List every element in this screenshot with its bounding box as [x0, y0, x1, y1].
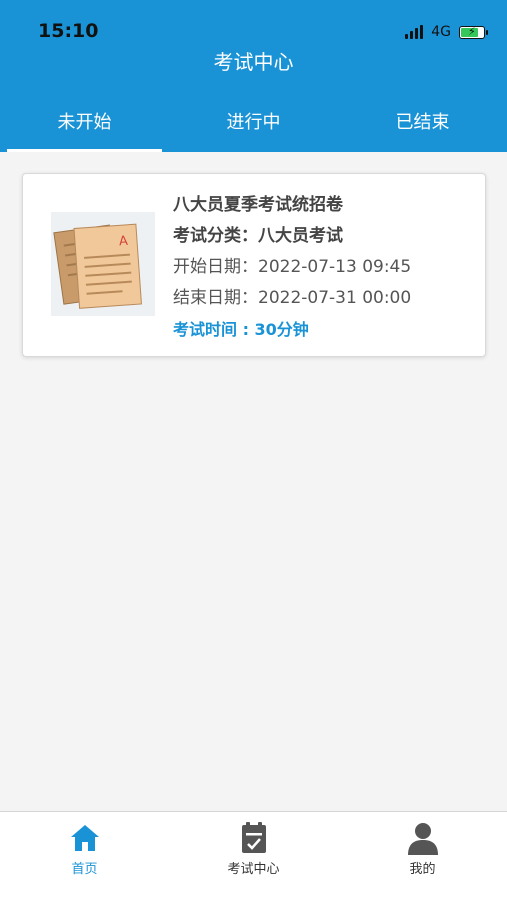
- system-icons: 4G ⚡: [405, 24, 488, 40]
- bottom-nav: 首页 考试中心 我的: [0, 811, 507, 901]
- exam-start-date: 开始日期：2022-07-13 09:45: [173, 257, 412, 277]
- nav-exam-center[interactable]: 考试中心: [169, 812, 338, 901]
- svg-text:A: A: [119, 234, 129, 250]
- status-time: 15:10: [38, 20, 99, 42]
- nav-home-label: 首页: [71, 862, 98, 877]
- nav-exam-center-label: 考试中心: [227, 862, 280, 877]
- battery-icon: ⚡: [459, 25, 488, 39]
- tab-finished[interactable]: 已结束: [338, 100, 507, 152]
- app-header: 15:10 4G ⚡ 考试中心 未开始 进行中 已结束: [0, 0, 507, 152]
- home-icon: [69, 822, 101, 854]
- exam-title: 八大员夏季考试统招卷: [173, 195, 343, 215]
- exam-paper-icon: A: [51, 212, 155, 316]
- tab-in-progress[interactable]: 进行中: [169, 100, 338, 152]
- exam-end-date: 结束日期：2022-07-31 00:00: [173, 288, 412, 308]
- exam-category: 考试分类：八大员考试: [173, 226, 343, 246]
- nav-home[interactable]: 首页: [0, 812, 169, 901]
- exam-card[interactable]: A 八大员夏季考试统招卷 考试分类：八大员考试 开始日期：2022-07-13 …: [22, 173, 486, 357]
- network-type: 4G: [431, 24, 451, 40]
- page-title: 考试中心: [213, 50, 294, 74]
- tab-bar: 未开始 进行中 已结束: [0, 100, 507, 152]
- exam-duration: 考试时间 : 30分钟: [173, 320, 309, 339]
- clipboard-icon: [238, 822, 270, 854]
- signal-icon: [405, 25, 424, 39]
- exam-info: 八大员夏季考试统招卷 考试分类：八大员考试 开始日期：2022-07-13 09…: [173, 190, 411, 345]
- user-icon: [407, 822, 439, 855]
- tab-not-started[interactable]: 未开始: [0, 100, 169, 152]
- nav-mine-label: 我的: [409, 862, 436, 877]
- nav-mine[interactable]: 我的: [338, 812, 507, 901]
